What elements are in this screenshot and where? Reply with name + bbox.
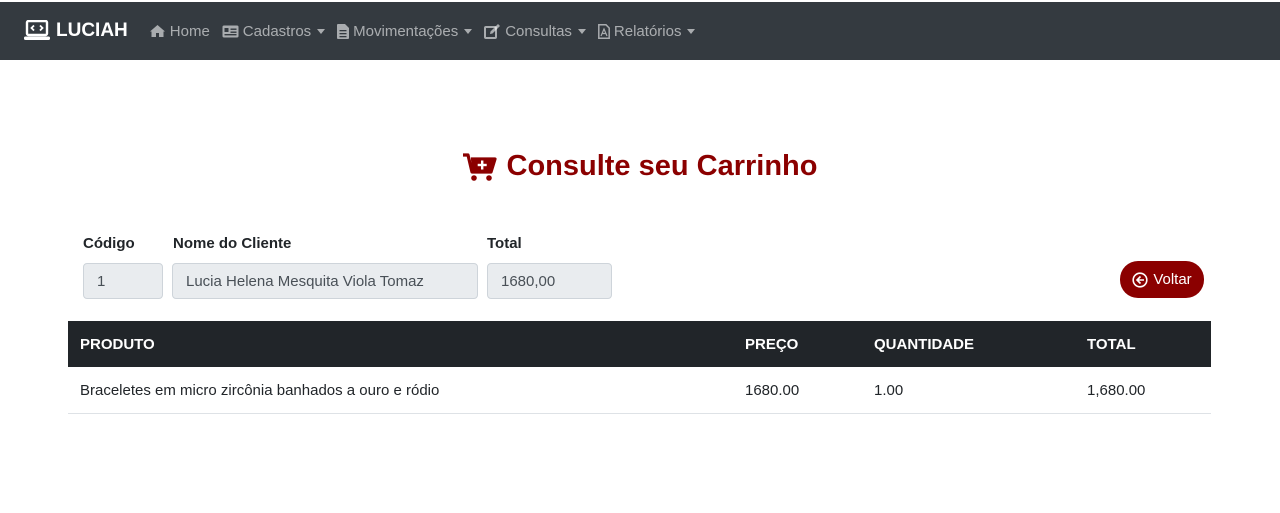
nav-item-label: Movimentações <box>353 22 459 40</box>
page-title: Consulte seu Carrinho <box>0 150 1280 183</box>
nav-item-home[interactable]: Home <box>149 23 210 40</box>
nav-item-consultas[interactable]: Consultas <box>484 23 586 40</box>
header-produto: PRODUTO <box>80 335 155 353</box>
pdf-icon <box>597 23 610 39</box>
chevron-down-icon <box>577 28 586 34</box>
nav-item-label: Consultas <box>505 22 572 40</box>
cell-produto: Braceletes em micro zircônia banhados a … <box>80 381 440 399</box>
cell-quantidade: 1.00 <box>874 381 904 399</box>
cart-plus-icon <box>462 152 497 181</box>
cart-table: PRODUTO PREÇO QUANTIDADE TOTAL Bracelete… <box>68 321 1211 414</box>
codigo-label: Código <box>83 235 135 252</box>
total-field[interactable]: 1680,00 <box>487 263 612 299</box>
voltar-button-label: Voltar <box>1153 271 1192 288</box>
cell-preco: 1680.00 <box>745 381 800 399</box>
cliente-label: Nome do Cliente <box>173 235 292 252</box>
voltar-button[interactable]: Voltar <box>1120 261 1204 298</box>
table-row: Braceletes em micro zircônia banhados a … <box>68 367 1211 414</box>
nav-item-movimentacoes[interactable]: Movimentações <box>337 22 473 40</box>
nav-item-relatorios[interactable]: Relatórios <box>597 22 696 40</box>
nav-item-label: Home <box>169 22 210 40</box>
chevron-down-icon <box>464 28 473 34</box>
header-total: TOTAL <box>1087 335 1136 353</box>
nav-menu: Home Cadastros Movimentações Consultas R… <box>149 23 708 40</box>
home-icon <box>149 25 165 37</box>
page-title-text: Consulte seu Carrinho <box>506 150 818 182</box>
chevron-down-icon <box>317 28 326 34</box>
nav-item-label: Cadastros <box>242 22 312 40</box>
codigo-field[interactable]: 1 <box>83 263 163 299</box>
arrow-circle-left-icon <box>1132 271 1148 288</box>
brand-label: LUCIAH <box>56 20 128 41</box>
chevron-down-icon <box>687 28 696 34</box>
nav-item-cadastros[interactable]: Cadastros <box>222 22 326 40</box>
id-card-icon <box>222 25 239 37</box>
header-quantidade: QUANTIDADE <box>874 335 974 353</box>
navbar: LUCIAH Home Cadastros Movimentações Cons… <box>0 2 1280 60</box>
total-label: Total <box>487 235 522 252</box>
header-preco: PREÇO <box>745 335 799 353</box>
edit-icon <box>484 23 501 39</box>
nav-item-label: Relatórios <box>613 22 682 40</box>
laptop-code-icon <box>24 20 50 40</box>
table-header: PRODUTO PREÇO QUANTIDADE TOTAL <box>68 321 1211 367</box>
cliente-field[interactable]: Lucia Helena Mesquita Viola Tomaz <box>172 263 478 299</box>
brand[interactable]: LUCIAH <box>24 20 128 42</box>
cell-total: 1,680.00 <box>1087 381 1146 399</box>
file-icon <box>337 23 350 39</box>
